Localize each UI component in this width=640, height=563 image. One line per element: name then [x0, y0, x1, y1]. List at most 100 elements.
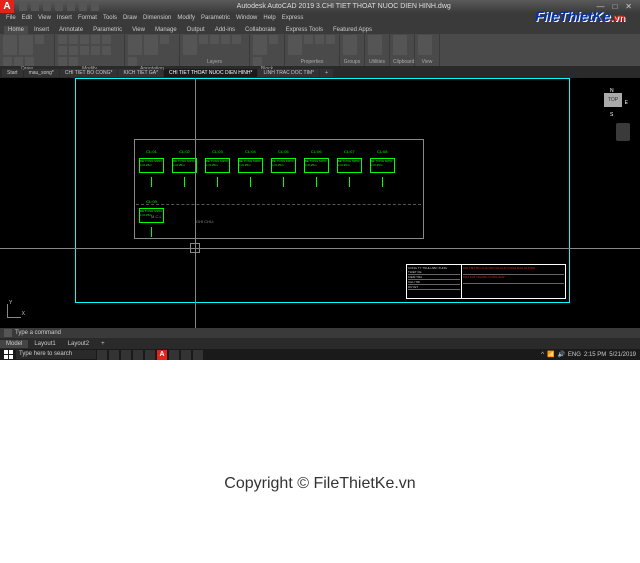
menu-file[interactable]: File: [6, 15, 16, 21]
stretch-button[interactable]: [80, 35, 89, 44]
fillet-button[interactable]: [80, 46, 89, 55]
tray-network-icon[interactable]: 📶: [547, 351, 554, 358]
layer-lock-button[interactable]: [221, 35, 230, 44]
qat-redo-icon[interactable]: [91, 3, 99, 11]
menu-dimension[interactable]: Dimension: [143, 15, 171, 21]
viewcube-n[interactable]: N: [610, 88, 614, 94]
edge-icon[interactable]: [121, 350, 131, 360]
viewcube-s[interactable]: S: [610, 112, 613, 118]
rotate-button[interactable]: [91, 35, 100, 44]
mirror-button[interactable]: [102, 35, 111, 44]
table-button[interactable]: [128, 57, 137, 66]
file-tab-2[interactable]: CHI TIET BO CONG*: [60, 69, 118, 77]
menu-help[interactable]: Help: [263, 15, 275, 21]
tab-annotate[interactable]: Annotate: [55, 26, 87, 34]
tray-time[interactable]: 2:15 PM: [584, 352, 606, 358]
measure-button[interactable]: [368, 35, 382, 55]
menu-insert[interactable]: Insert: [57, 15, 72, 21]
menu-format[interactable]: Format: [78, 15, 97, 21]
taskbar-search[interactable]: Type here to search: [16, 350, 96, 359]
array-button[interactable]: [91, 46, 100, 55]
tab-addins[interactable]: Add-ins: [211, 26, 239, 34]
dimension-button[interactable]: [144, 35, 158, 55]
offset-button[interactable]: [102, 46, 111, 55]
qat-undo-icon[interactable]: [79, 3, 87, 11]
text-button[interactable]: [128, 35, 142, 55]
leader-button[interactable]: [160, 35, 169, 44]
mail-icon[interactable]: [145, 350, 155, 360]
tab-manage[interactable]: Manage: [151, 26, 181, 34]
navigation-bar[interactable]: [616, 123, 630, 141]
scale-button[interactable]: [58, 46, 67, 55]
tray-lang[interactable]: ENG: [568, 352, 581, 358]
lineweight-dropdown[interactable]: [315, 35, 324, 44]
create-block-button[interactable]: [269, 35, 278, 44]
insert-block-button[interactable]: [253, 35, 267, 55]
app-icon[interactable]: [193, 350, 203, 360]
trim-button[interactable]: [69, 46, 78, 55]
menu-parametric[interactable]: Parametric: [201, 15, 230, 21]
autocad-taskbar-icon[interactable]: A: [157, 350, 167, 360]
menu-modify[interactable]: Modify: [177, 15, 195, 21]
tab-layout-add[interactable]: +: [95, 340, 111, 348]
tab-insert[interactable]: Insert: [30, 26, 53, 34]
ucs-icon[interactable]: Y X: [5, 300, 25, 320]
viewcube[interactable]: N TOP S E: [598, 88, 628, 118]
circle-button[interactable]: [35, 35, 44, 44]
start-button[interactable]: [3, 350, 13, 360]
file-tab-5[interactable]: LINH TRAC DOC TIM*: [258, 69, 319, 77]
rect-button[interactable]: [14, 57, 23, 66]
line-button[interactable]: [3, 35, 17, 55]
erase-button[interactable]: [58, 57, 67, 66]
group-button[interactable]: [343, 35, 357, 55]
linetype-dropdown[interactable]: [326, 35, 335, 44]
arc-button[interactable]: [3, 57, 12, 66]
qat-save-icon[interactable]: [43, 3, 51, 11]
tab-parametric[interactable]: Parametric: [89, 26, 126, 34]
tab-view[interactable]: View: [128, 26, 149, 34]
app-logo[interactable]: A: [0, 0, 14, 13]
edit-block-button[interactable]: [253, 57, 262, 66]
close-button[interactable]: ✕: [625, 2, 632, 11]
layer-properties-button[interactable]: [183, 35, 197, 55]
explorer-icon[interactable]: [109, 350, 119, 360]
menu-draw[interactable]: Draw: [123, 15, 137, 21]
file-tab-start[interactable]: Start: [2, 69, 23, 77]
hatch-button[interactable]: [25, 57, 34, 66]
store-icon[interactable]: [133, 350, 143, 360]
paste-button[interactable]: [393, 35, 407, 55]
base-view-button[interactable]: [418, 35, 432, 55]
explode-button[interactable]: [69, 57, 78, 66]
viewcube-e[interactable]: E: [625, 100, 628, 106]
qat-saveas-icon[interactable]: [55, 3, 63, 11]
tab-model[interactable]: Model: [0, 340, 28, 348]
tab-express[interactable]: Express Tools: [282, 26, 327, 34]
task-view-icon[interactable]: [97, 350, 107, 360]
polyline-button[interactable]: [19, 35, 33, 55]
qat-open-icon[interactable]: [31, 3, 39, 11]
app-icon[interactable]: [169, 350, 179, 360]
copy-button[interactable]: [69, 35, 78, 44]
viewcube-face[interactable]: TOP: [604, 93, 622, 107]
tab-home[interactable]: Home: [4, 26, 28, 34]
qat-plot-icon[interactable]: [67, 3, 75, 11]
move-button[interactable]: [58, 35, 67, 44]
layer-off-button[interactable]: [199, 35, 208, 44]
tab-layout1[interactable]: Layout1: [28, 340, 61, 348]
file-tab-4[interactable]: CHI TIET THOAT NUOC DIEN HINH*: [164, 69, 257, 77]
tab-output[interactable]: Output: [183, 26, 209, 34]
qat-new-icon[interactable]: [19, 3, 27, 11]
file-tab-3[interactable]: KICH TIET GA*: [118, 69, 163, 77]
file-tab-1[interactable]: mau_song*: [24, 69, 59, 77]
menu-express[interactable]: Express: [282, 15, 304, 21]
menu-tools[interactable]: Tools: [103, 15, 117, 21]
layer-match-button[interactable]: [232, 35, 241, 44]
tray-chevron-icon[interactable]: ^: [541, 352, 544, 358]
menu-window[interactable]: Window: [236, 15, 257, 21]
app-icon[interactable]: [181, 350, 191, 360]
menu-view[interactable]: View: [38, 15, 51, 21]
color-dropdown[interactable]: [304, 35, 313, 44]
tab-layout2[interactable]: Layout2: [62, 340, 95, 348]
tab-collaborate[interactable]: Collaborate: [241, 26, 280, 34]
file-tab-add[interactable]: +: [320, 69, 333, 77]
